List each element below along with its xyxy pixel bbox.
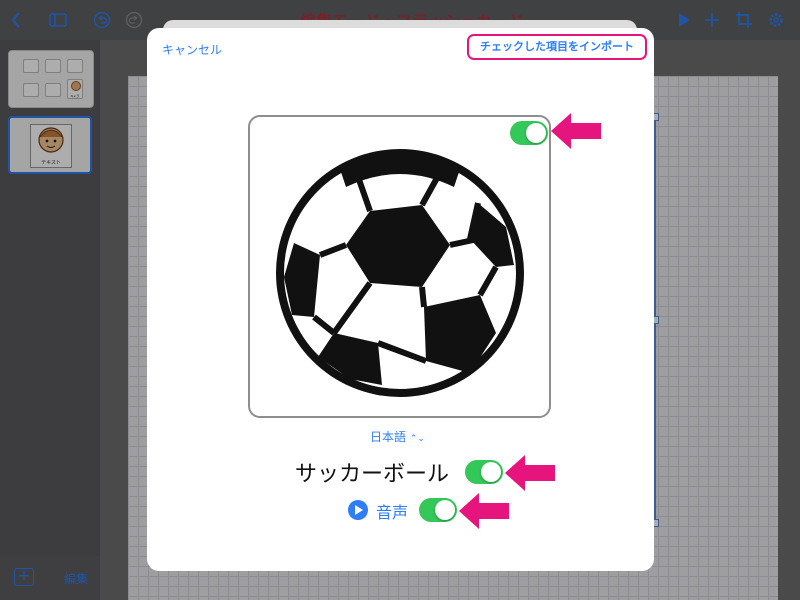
import-dialog: キャンセル チェックした項目をインポート 日本語 ⌃⌄ サッカーボール 音声 [147,28,654,571]
word-include-toggle[interactable] [465,460,503,484]
pointer-arrow-icon [459,493,509,529]
pointer-arrow-icon [551,113,601,149]
image-preview-card [248,115,551,418]
import-checked-button[interactable]: チェックした項目をインポート [467,34,647,60]
word-label: サッカーボール [295,462,450,487]
cancel-button[interactable]: キャンセル [162,41,222,58]
pointer-arrow-icon [505,455,555,491]
toggle-knob [481,462,501,482]
toggle-knob [435,500,455,520]
play-circle-icon[interactable] [348,500,368,520]
image-include-toggle[interactable] [510,121,548,145]
soccer-ball-icon [276,149,524,397]
language-select[interactable]: 日本語 ⌃⌄ [370,428,425,445]
language-value: 日本語 [370,430,407,444]
toggle-knob [526,123,546,143]
audio-label: 音声 [376,503,409,522]
chevron-up-down-icon: ⌃⌄ [409,434,425,444]
audio-include-toggle[interactable] [419,498,457,522]
